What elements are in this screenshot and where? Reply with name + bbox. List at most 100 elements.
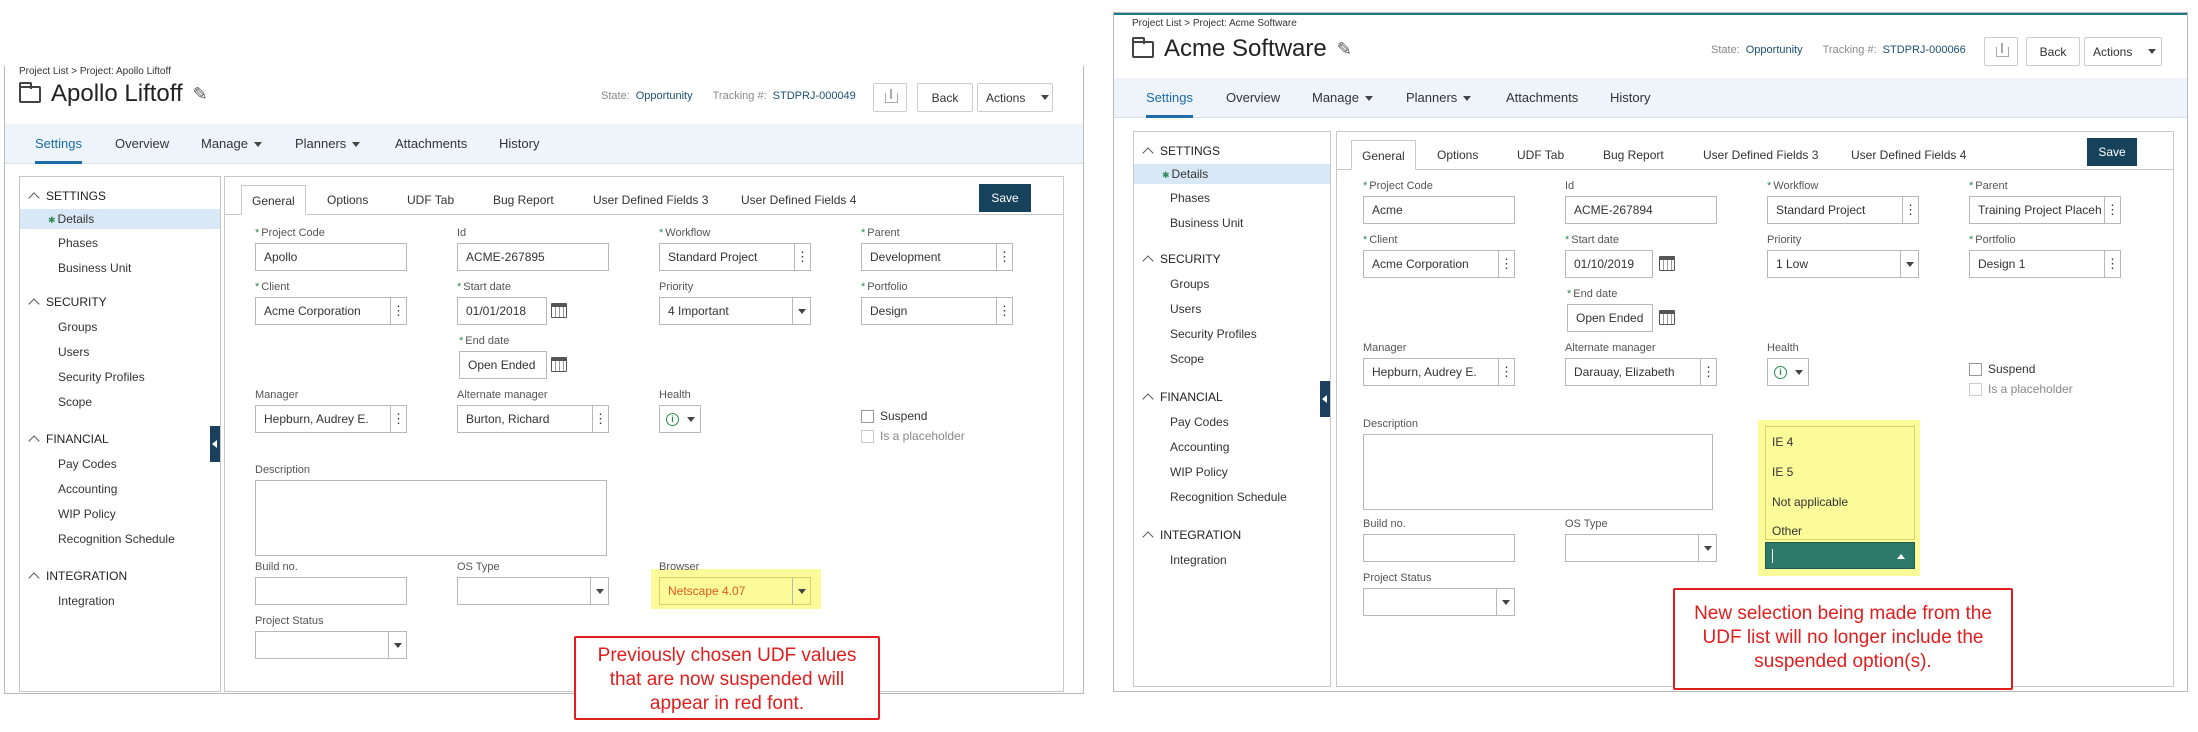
manager-field[interactable]: Hepburn, Audrey E. ⋮ — [255, 405, 407, 433]
more-vert-icon[interactable]: ⋮ — [996, 298, 1012, 324]
sidebar-item-phases[interactable]: Phases — [1170, 191, 1210, 205]
dropdown-option[interactable]: Not applicable — [1772, 495, 1848, 509]
collapse-sidebar-handle[interactable] — [1320, 381, 1330, 417]
sidebar-item-security-profiles[interactable]: Security Profiles — [58, 370, 145, 384]
sidebar-section-security[interactable]: SECURITY — [28, 295, 107, 310]
tab-attachments[interactable]: Attachments — [1506, 78, 1578, 118]
back-button[interactable]: Back — [2026, 37, 2080, 66]
save-button[interactable]: Save — [979, 184, 1031, 212]
project-code-input[interactable]: Acme — [1363, 196, 1515, 224]
os-type-select[interactable] — [1565, 534, 1717, 562]
sidebar-item-pay-codes[interactable]: Pay Codes — [58, 457, 117, 471]
browser-select-active[interactable] — [1765, 542, 1915, 569]
checkbox-box[interactable] — [1969, 382, 1982, 396]
tab-overview[interactable]: Overview — [1226, 78, 1280, 118]
breadcrumb[interactable]: Project List > Project: Apollo Liftoff — [19, 66, 171, 77]
sidebar-item-security-profiles[interactable]: Security Profiles — [1170, 327, 1257, 341]
sidebar-item-wip-policy[interactable]: WIP Policy — [58, 507, 116, 521]
tab-udf-3[interactable]: User Defined Fields 3 — [1693, 140, 1828, 170]
browser-select[interactable]: Netscape 4.07 — [659, 577, 811, 605]
tab-udf[interactable]: UDF Tab — [1507, 140, 1574, 170]
sidebar-section-settings[interactable]: SETTINGS — [28, 189, 106, 204]
dropdown-option[interactable]: IE 4 — [1772, 435, 1793, 449]
workflow-field[interactable]: Standard Project ⋮ — [1767, 196, 1919, 224]
sidebar-section-integration[interactable]: INTEGRATION — [28, 569, 127, 584]
sidebar-item-accounting[interactable]: Accounting — [1170, 440, 1229, 454]
build-input[interactable] — [1363, 534, 1515, 562]
description-textarea[interactable] — [255, 480, 607, 556]
sidebar-section-financial[interactable]: FINANCIAL — [28, 432, 109, 447]
more-vert-icon[interactable]: ⋮ — [390, 406, 406, 432]
sidebar-item-scope[interactable]: Scope — [1170, 352, 1204, 366]
breadcrumb[interactable]: Project List > Project: Acme Software — [1132, 18, 1297, 29]
more-vert-icon[interactable]: ⋮ — [1498, 359, 1514, 385]
portfolio-field[interactable]: Design 1 ⋮ — [1969, 250, 2121, 278]
sidebar-item-recognition-schedule[interactable]: Recognition Schedule — [1170, 490, 1287, 504]
client-field[interactable]: Acme Corporation ⋮ — [1363, 250, 1515, 278]
export-icon[interactable] — [873, 83, 907, 112]
tab-manage[interactable]: Manage — [1312, 78, 1373, 118]
sidebar-item-scope[interactable]: Scope — [58, 395, 92, 409]
priority-select[interactable]: 1 Low — [1767, 250, 1919, 278]
tab-planners[interactable]: Planners — [295, 124, 361, 164]
sidebar-section-integration[interactable]: INTEGRATION — [1142, 528, 1241, 543]
project-code-input[interactable]: Apollo — [255, 243, 407, 271]
tab-manage[interactable]: Manage — [201, 124, 262, 164]
description-textarea[interactable] — [1363, 434, 1713, 510]
more-vert-icon[interactable]: ⋮ — [996, 244, 1012, 270]
sidebar-item-phases[interactable]: Phases — [58, 236, 98, 250]
dropdown-option[interactable]: Other — [1772, 524, 1802, 538]
id-input[interactable]: ACME-267894 — [1565, 196, 1717, 224]
parent-field[interactable]: Development ⋮ — [861, 243, 1013, 271]
calendar-icon[interactable] — [551, 357, 567, 372]
placeholder-checkbox[interactable]: Is a placeholder — [861, 429, 965, 443]
export-icon[interactable] — [1984, 37, 2018, 66]
sidebar-item-integration[interactable]: Integration — [1170, 553, 1227, 567]
start-date-input[interactable]: 01/10/2019 — [1565, 250, 1653, 278]
save-button[interactable]: Save — [2087, 138, 2137, 166]
sidebar-item-details[interactable]: ✱ Details — [1134, 164, 1330, 184]
sidebar-section-security[interactable]: SECURITY — [1142, 252, 1221, 267]
tab-planners[interactable]: Planners — [1406, 78, 1472, 118]
alt-manager-field[interactable]: Burton, Richard ⋮ — [457, 405, 609, 433]
edit-pencil-icon[interactable]: ✎ — [1337, 39, 1352, 60]
tab-overview[interactable]: Overview — [115, 124, 169, 164]
health-select[interactable]: i — [659, 405, 701, 433]
back-button[interactable]: Back — [917, 83, 973, 112]
calendar-icon[interactable] — [1659, 256, 1675, 271]
sidebar-item-pay-codes[interactable]: Pay Codes — [1170, 415, 1229, 429]
sidebar-item-users[interactable]: Users — [1170, 302, 1201, 316]
build-input[interactable] — [255, 577, 407, 605]
workflow-field[interactable]: Standard Project ⋮ — [659, 243, 811, 271]
tab-history[interactable]: History — [499, 124, 539, 164]
checkbox-box[interactable] — [1969, 362, 1982, 376]
tab-general[interactable]: General — [241, 185, 306, 215]
checkbox-box[interactable] — [861, 409, 874, 423]
more-vert-icon[interactable]: ⋮ — [1498, 251, 1514, 277]
sidebar-item-details[interactable]: ✱ Details — [20, 209, 220, 229]
tab-udf-3[interactable]: User Defined Fields 3 — [583, 185, 718, 215]
sidebar-item-accounting[interactable]: Accounting — [58, 482, 117, 496]
more-vert-icon[interactable]: ⋮ — [2104, 251, 2120, 277]
tab-options[interactable]: Options — [1427, 140, 1488, 170]
suspend-checkbox[interactable]: Suspend — [861, 409, 927, 423]
sidebar-item-recognition-schedule[interactable]: Recognition Schedule — [58, 532, 175, 546]
calendar-icon[interactable] — [1659, 310, 1675, 325]
manager-field[interactable]: Hepburn, Audrey E. ⋮ — [1363, 358, 1515, 386]
sidebar-item-groups[interactable]: Groups — [1170, 277, 1209, 291]
parent-field[interactable]: Training Project Placeh ⋮ — [1969, 196, 2121, 224]
edit-pencil-icon[interactable]: ✎ — [193, 84, 208, 105]
sidebar-item-integration[interactable]: Integration — [58, 594, 115, 608]
tab-bug-report[interactable]: Bug Report — [483, 185, 564, 215]
tab-bug-report[interactable]: Bug Report — [1593, 140, 1674, 170]
sidebar-item-business-unit[interactable]: Business Unit — [1170, 216, 1243, 230]
suspend-checkbox[interactable]: Suspend — [1969, 362, 2035, 376]
actions-button[interactable]: Actions — [2084, 37, 2162, 66]
project-status-select[interactable] — [255, 631, 407, 659]
client-field[interactable]: Acme Corporation ⋮ — [255, 297, 407, 325]
collapse-sidebar-handle[interactable] — [210, 426, 220, 462]
checkbox-box[interactable] — [861, 429, 874, 443]
more-vert-icon[interactable]: ⋮ — [2104, 197, 2120, 223]
tab-settings[interactable]: Settings — [35, 124, 82, 164]
portfolio-field[interactable]: Design ⋮ — [861, 297, 1013, 325]
